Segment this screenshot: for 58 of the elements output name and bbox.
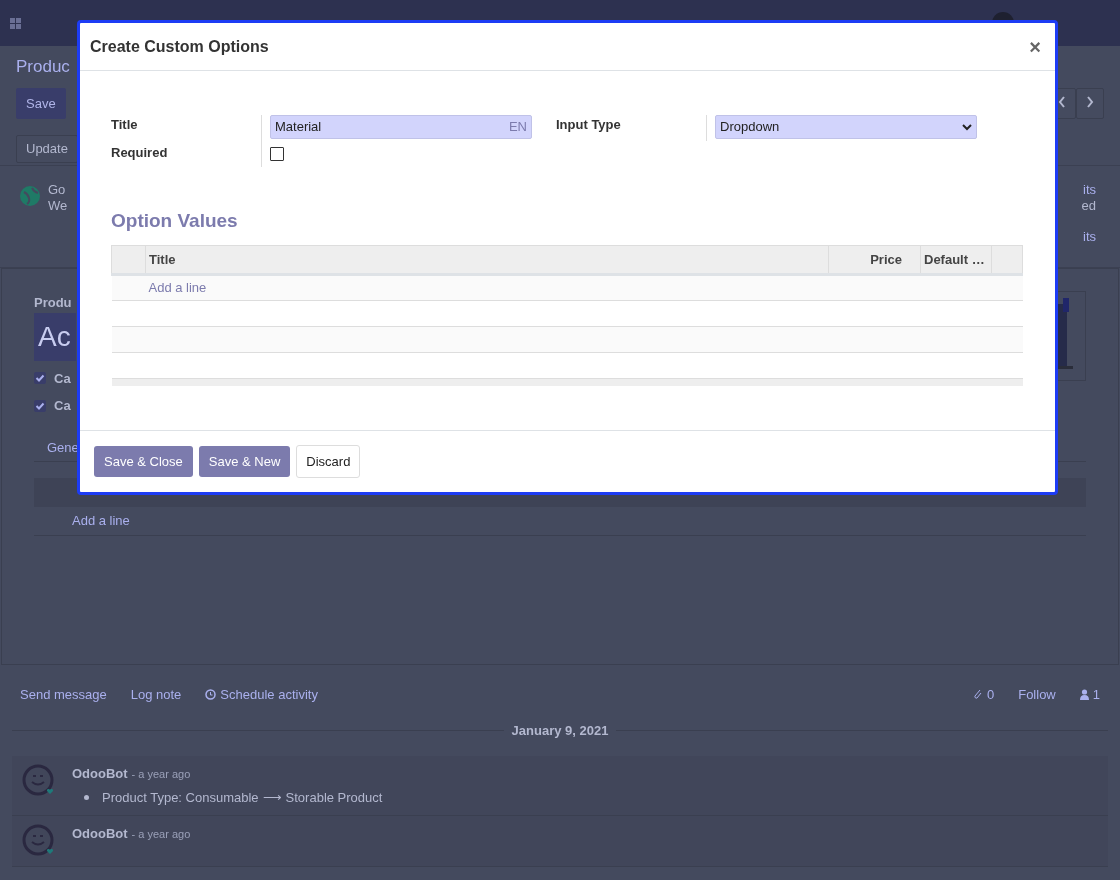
apps-menu-icon[interactable] [10, 17, 21, 29]
checkbox[interactable] [34, 399, 46, 412]
field-label: Input Type [556, 116, 622, 134]
input-type-select[interactable]: Dropdown [715, 115, 977, 139]
smart-button-label[interactable]: Go [48, 182, 68, 199]
message-time: - a year ago [131, 768, 191, 780]
message-author: OdooBot [72, 826, 128, 841]
date-separator: January 9, 2021 [511, 721, 609, 740]
followers-count[interactable]: 1 [1092, 685, 1100, 705]
clock-icon [205, 689, 217, 701]
bullet-icon [84, 794, 89, 800]
title-field[interactable]: Material EN [270, 115, 532, 139]
stat-label: its [1082, 182, 1096, 199]
discard-button[interactable]: Discard [296, 444, 361, 479]
caret-icon [962, 123, 972, 131]
message-author: OdooBot [72, 766, 128, 781]
arrow-icon: ⟶ [262, 787, 282, 807]
breadcrumb-title: Produc [16, 56, 71, 78]
section-heading: Option Values [111, 208, 239, 233]
update-button[interactable]: Update [16, 135, 78, 163]
field-label: Required [111, 143, 169, 162]
chevron-left-icon [1058, 95, 1066, 108]
save-button[interactable]: Save & Close [94, 445, 193, 478]
language-button[interactable]: EN [508, 117, 527, 137]
chatter-action[interactable]: Log note [130, 685, 182, 705]
chatter-action[interactable]: Schedule activity [220, 685, 318, 705]
chatter-action[interactable]: Send message [20, 685, 107, 705]
add-line-link[interactable]: Add a line [148, 280, 207, 296]
save-button[interactable]: Save [16, 87, 66, 119]
message-time: - a year ago [131, 828, 191, 840]
column-header: Title [145, 245, 829, 275]
column-header: Default … [920, 245, 992, 275]
close-button[interactable]: × [1025, 36, 1045, 57]
attachment-count[interactable]: 0 [986, 685, 995, 705]
smart-button-label[interactable]: We [48, 198, 68, 215]
checkbox-label: Ca [54, 397, 71, 415]
globe-icon [20, 186, 40, 206]
smiley-avatar-icon [22, 764, 56, 798]
tracking-old-value: Product Type: Consumable [102, 788, 259, 807]
stat-label: its [1082, 228, 1096, 245]
name-field[interactable]: Ac [34, 312, 76, 361]
dialog-title: Create Custom Options [90, 36, 269, 57]
field-label: Produ [34, 294, 73, 312]
person-icon [1079, 689, 1089, 701]
tracking-new-value: Storable Product [285, 788, 383, 807]
smiley-avatar-icon [22, 824, 56, 858]
checkbox[interactable] [34, 372, 46, 385]
stat-label: ed [1081, 198, 1096, 215]
follow-button[interactable]: Follow [1018, 685, 1056, 705]
add-line-link[interactable]: Add a line [72, 513, 130, 528]
checkbox-label: Ca [54, 369, 71, 388]
column-header: Price [828, 245, 921, 275]
chevron-right-icon [1086, 95, 1094, 108]
title-value: Material [275, 118, 322, 137]
required-checkbox[interactable] [270, 147, 284, 161]
save-button[interactable]: Save & New [198, 445, 291, 478]
tab[interactable]: Gene [47, 439, 79, 455]
field-label: Title [111, 116, 139, 134]
